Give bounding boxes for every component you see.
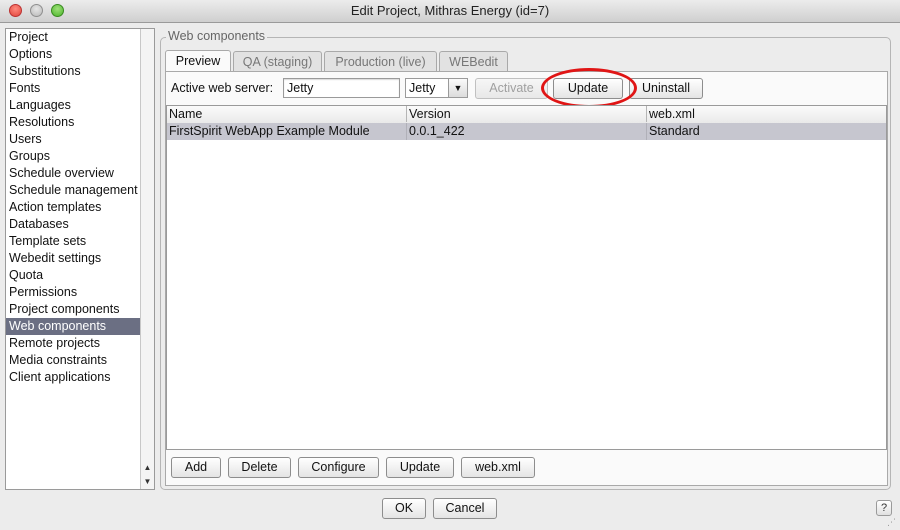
sidebar-item-fonts[interactable]: Fonts	[6, 80, 140, 97]
scroll-down-icon[interactable]: ▼	[141, 475, 154, 489]
tab-preview[interactable]: Preview	[165, 50, 231, 73]
tab-webedit[interactable]: WEBedit	[439, 51, 508, 73]
cancel-button[interactable]: Cancel	[433, 498, 497, 519]
sidebar-item-users[interactable]: Users	[6, 131, 140, 148]
sidebar-item-schedule-management[interactable]: Schedule management	[6, 182, 140, 199]
web-server-field[interactable]	[283, 78, 400, 98]
sidebar-item-groups[interactable]: Groups	[6, 148, 140, 165]
activate-button[interactable]: Activate	[475, 78, 548, 99]
group-title: Web components	[166, 29, 268, 43]
cell-name: FirstSpirit WebApp Example Module	[167, 123, 407, 140]
web-components-table[interactable]: Name Version web.xml FirstSpirit WebApp …	[166, 105, 887, 450]
sidebar-item-template-sets[interactable]: Template sets	[6, 233, 140, 250]
sidebar-item-substitutions[interactable]: Substitutions	[6, 63, 140, 80]
add-button[interactable]: Add	[171, 457, 221, 478]
settings-list-items: Project Options Substitutions Fonts Lang…	[6, 29, 140, 386]
sidebar-item-languages[interactable]: Languages	[6, 97, 140, 114]
web-server-select-value: Jetty	[409, 81, 436, 95]
window-title: Edit Project, Mithras Energy (id=7)	[350, 3, 550, 18]
delete-button[interactable]: Delete	[228, 457, 291, 478]
sidebar-item-resolutions[interactable]: Resolutions	[6, 114, 140, 131]
cell-webxml: Standard	[649, 124, 700, 138]
sidebar-scrollbar[interactable]: ▲ ▼	[140, 29, 154, 489]
sidebar-item-options[interactable]: Options	[6, 46, 140, 63]
tab-production-live[interactable]: Production (live)	[324, 51, 437, 73]
sidebar-item-webedit-settings[interactable]: Webedit settings	[6, 250, 140, 267]
update-server-button[interactable]: Update	[553, 78, 623, 99]
sidebar-item-project[interactable]: Project	[6, 29, 140, 46]
sidebar-item-client-applications[interactable]: Client applications	[6, 369, 140, 386]
ok-button[interactable]: OK	[382, 498, 426, 519]
sidebar-item-remote-projects[interactable]: Remote projects	[6, 335, 140, 352]
column-header-webxml[interactable]: web.xml	[647, 106, 886, 122]
sidebar-item-schedule-overview[interactable]: Schedule overview	[6, 165, 140, 182]
chevron-down-icon[interactable]: ▼	[448, 79, 467, 97]
resize-grip-icon[interactable]: ⋰	[887, 517, 897, 527]
table-row[interactable]: FirstSpirit WebApp Example Module 0.0.1_…	[167, 123, 886, 140]
sidebar-item-media-constraints[interactable]: Media constraints	[6, 352, 140, 369]
settings-list[interactable]: Project Options Substitutions Fonts Lang…	[5, 28, 155, 490]
update-component-button[interactable]: Update	[386, 457, 454, 478]
active-web-server-label: Active web server:	[171, 81, 274, 95]
sidebar-item-permissions[interactable]: Permissions	[6, 284, 140, 301]
webxml-button[interactable]: web.xml	[461, 457, 535, 478]
table-header: Name Version web.xml	[167, 106, 886, 124]
sidebar-item-action-templates[interactable]: Action templates	[6, 199, 140, 216]
help-icon[interactable]: ?	[876, 500, 892, 516]
title-bar: Edit Project, Mithras Energy (id=7)	[0, 0, 900, 23]
sidebar-item-quota[interactable]: Quota	[6, 267, 140, 284]
scroll-up-icon[interactable]: ▲	[141, 461, 154, 475]
sidebar-item-web-components[interactable]: Web components	[6, 318, 140, 335]
sidebar-item-databases[interactable]: Databases	[6, 216, 140, 233]
cell-version: 0.0.1_422	[407, 123, 647, 140]
configure-button[interactable]: Configure	[298, 457, 379, 478]
uninstall-button[interactable]: Uninstall	[629, 78, 703, 99]
sidebar-item-project-components[interactable]: Project components	[6, 301, 140, 318]
column-header-name[interactable]: Name	[167, 106, 407, 122]
column-header-version[interactable]: Version	[407, 106, 647, 122]
web-server-select[interactable]: Jetty ▼	[405, 78, 468, 98]
tab-qa-staging[interactable]: QA (staging)	[233, 51, 322, 73]
